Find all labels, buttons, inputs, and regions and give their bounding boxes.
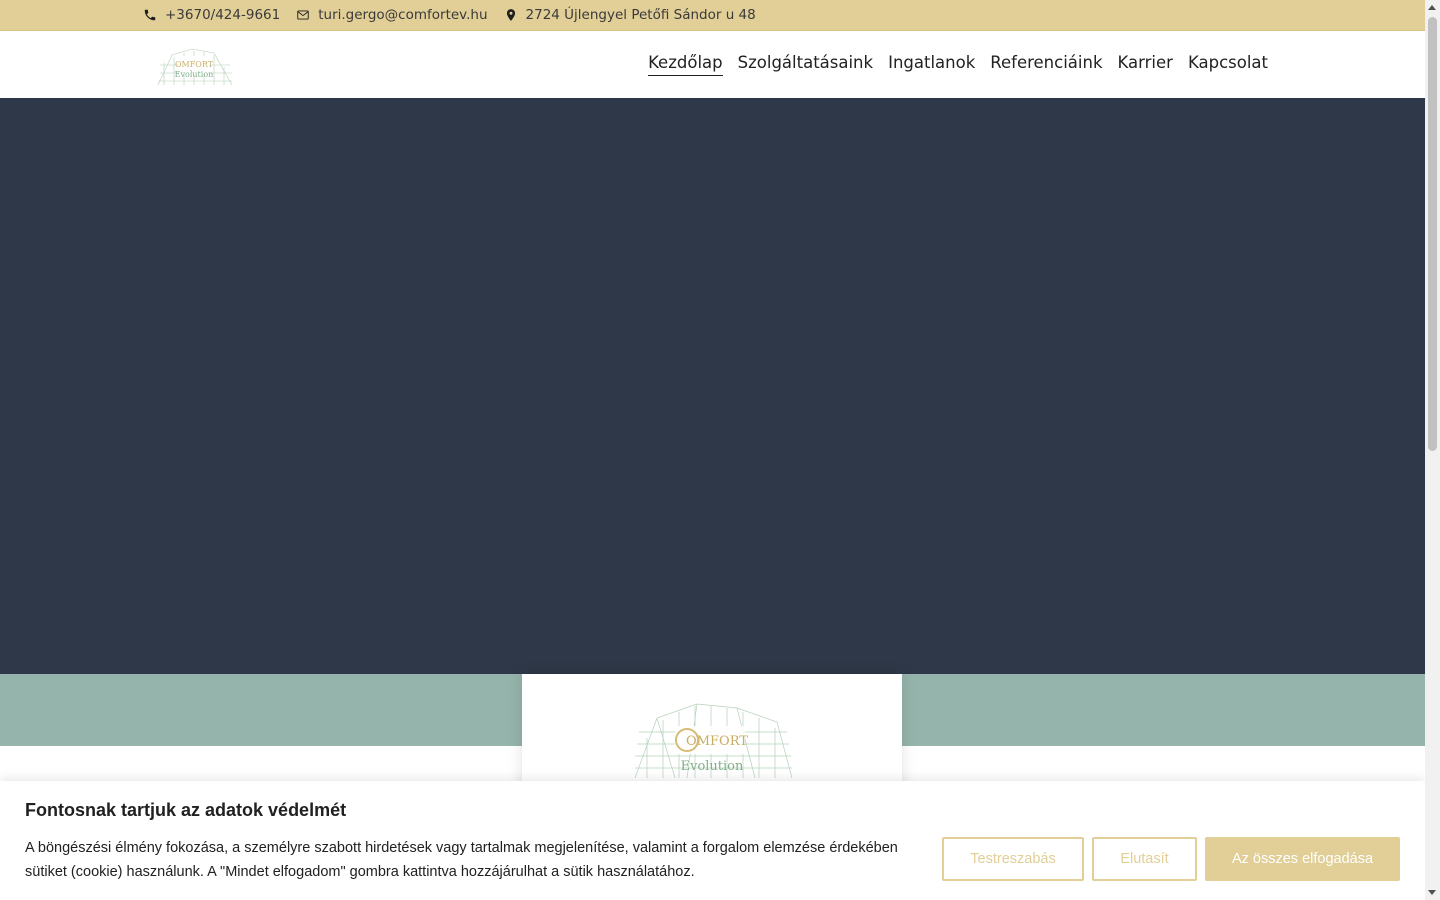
scroll-down-arrow-icon[interactable] [1428, 890, 1436, 895]
site-header: OMFORT Evolution Kezdőlap Szolgáltatásai… [0, 31, 1425, 98]
nav-item-kapcsolat[interactable]: Kapcsolat [1188, 53, 1268, 76]
reject-button[interactable]: Elutasít [1092, 837, 1197, 881]
page-scrollbar[interactable] [1425, 0, 1440, 900]
envelope-icon [297, 10, 309, 20]
accept-all-button[interactable]: Az összes elfogadása [1205, 837, 1400, 881]
phone-icon [144, 9, 156, 21]
cookie-text: A böngészési élmény fokozása, a személyr… [25, 840, 898, 880]
address-info: 2724 Újlengyel Petőfi Sándor u 48 [504, 7, 756, 23]
main-nav: Kezdőlap Szolgáltatásaink Ingatlanok Ref… [633, 31, 1268, 98]
logo-text-bottom: Evolution [175, 70, 214, 79]
email-address: turi.gergo@comfortev.hu [318, 7, 488, 23]
phone-info[interactable]: +3670/424-9661 [143, 7, 280, 23]
nav-item-referenciaink[interactable]: Referenciáink [990, 53, 1102, 76]
nav-item-szolgaltatasaink[interactable]: Szolgáltatásaink [738, 53, 873, 76]
map-pin-icon [506, 9, 515, 21]
address-text: 2724 Újlengyel Petőfi Sándor u 48 [525, 7, 756, 23]
logo-card-text-bottom: Evolution [681, 759, 744, 774]
logo-text-top: OMFORT [175, 60, 214, 69]
logo-card-text-top: OMFORT [686, 734, 748, 749]
hero-section [0, 98, 1425, 674]
phone-number: +3670/424-9661 [165, 7, 281, 23]
nav-item-karrier[interactable]: Karrier [1118, 53, 1173, 76]
nav-item-ingatlanok[interactable]: Ingatlanok [888, 53, 975, 76]
cookie-title: Fontosnak tartjuk az adatok védelmét [25, 800, 347, 820]
scrollbar-thumb[interactable] [1428, 17, 1437, 451]
email-info[interactable]: turi.gergo@comfortev.hu [296, 7, 488, 23]
scroll-up-arrow-icon[interactable] [1428, 5, 1436, 10]
cookie-consent-banner: Fontosnak tartjuk az adatok védelmét A b… [0, 781, 1425, 900]
company-logo: OMFORT Evolution [634, 703, 793, 779]
logo-card: OMFORT Evolution [522, 674, 902, 794]
nav-item-kezdolap[interactable]: Kezdőlap [648, 53, 723, 76]
top-info-bar: +3670/424-9661 turi.gergo@comfortev.hu 2… [0, 0, 1425, 31]
customize-button[interactable]: Testreszabás [942, 837, 1084, 881]
site-logo[interactable]: OMFORT Evolution [152, 41, 238, 89]
